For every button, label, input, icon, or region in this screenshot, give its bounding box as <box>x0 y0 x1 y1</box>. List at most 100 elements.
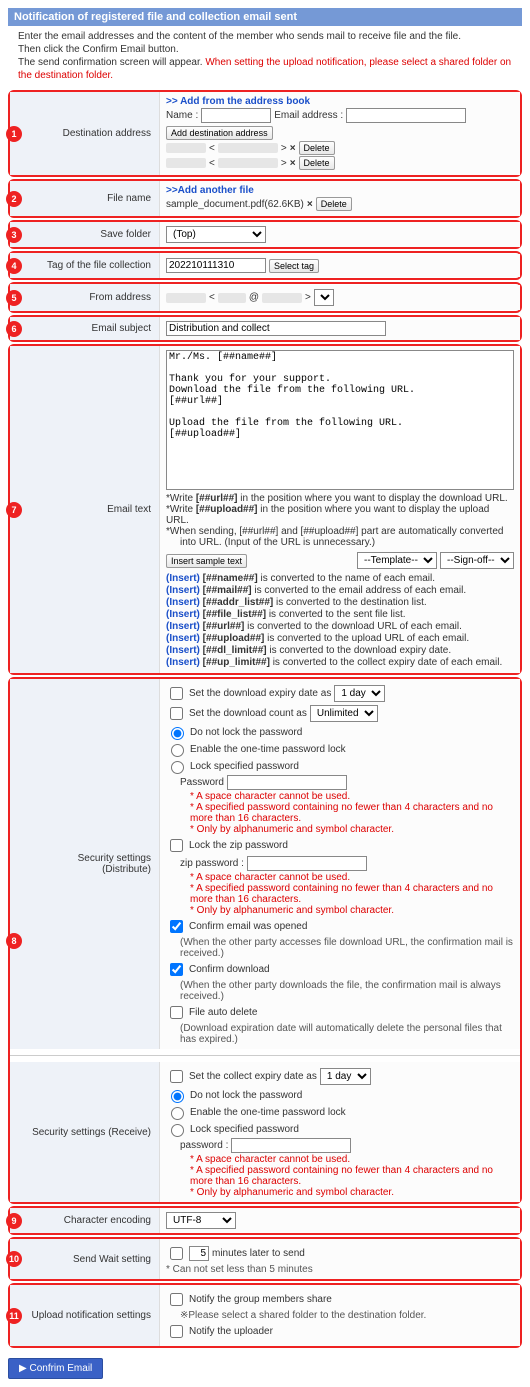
close-icon[interactable]: × <box>290 158 296 169</box>
send-wait-check[interactable] <box>170 1247 183 1260</box>
section-badge: 8 <box>6 933 22 949</box>
masked-email <box>218 143 278 153</box>
insert-prefix[interactable]: (Insert) <box>166 609 203 620</box>
confirm-dl-check[interactable] <box>170 963 183 976</box>
col-expiry-check[interactable] <box>170 1070 183 1083</box>
insert-desc: is converted to the destination list. <box>273 597 426 608</box>
dist-nolock-radio[interactable] <box>171 727 184 740</box>
pwd-rule: * A specified password containing no few… <box>166 802 514 824</box>
hint-auto2: into URL. (Input of the URL is unnecessa… <box>166 537 514 548</box>
masked-email <box>218 158 278 168</box>
dist-otp-radio[interactable] <box>171 744 184 757</box>
spec-label: Lock specified password <box>190 761 299 772</box>
dist-spec-radio[interactable] <box>171 761 184 774</box>
section-destination-address: 1 Destination address >> Add from the ad… <box>8 90 522 177</box>
encoding-select[interactable]: UTF-8 <box>166 1212 236 1229</box>
insert-token: [##up_limit##] <box>203 657 270 668</box>
email-body-textarea[interactable]: Mr./Ms. [##name##] Thank you for your su… <box>166 350 514 490</box>
section-badge: 5 <box>6 290 22 306</box>
confirm-email-button[interactable]: ▶ Confrim Email <box>8 1358 103 1379</box>
close-icon[interactable]: × <box>290 143 296 154</box>
section-email-text: 7 Email text Mr./Ms. [##name##] Thank yo… <box>8 344 522 675</box>
zip-password-input[interactable] <box>247 856 367 871</box>
hint-url: *Write [##url##] in the position where y… <box>166 493 514 504</box>
zip-lock-check[interactable] <box>170 839 183 852</box>
save-folder-select[interactable]: (Top) <box>166 226 266 243</box>
insert-token-line: (Insert) [##addr_list##] is converted to… <box>166 597 514 608</box>
insert-prefix[interactable]: (Insert) <box>166 573 203 584</box>
notify-group-check[interactable] <box>170 1293 183 1306</box>
zip-pwd-label: zip password : <box>180 858 244 869</box>
masked-name <box>166 143 206 153</box>
insert-sample-button[interactable]: Insert sample text <box>166 554 247 568</box>
auto-delete-check[interactable] <box>170 1006 183 1019</box>
dest-row-1: <> × Delete <box>166 141 514 155</box>
auto-del-label: File auto delete <box>189 1007 257 1018</box>
insert-prefix[interactable]: (Insert) <box>166 633 203 644</box>
name-input[interactable] <box>201 108 271 123</box>
notify-uploader-check[interactable] <box>170 1325 183 1338</box>
subject-input[interactable] <box>166 321 386 336</box>
recv-password-input[interactable] <box>231 1138 351 1153</box>
section-label: Character encoding <box>10 1208 160 1233</box>
recv-spec-radio[interactable] <box>171 1124 184 1137</box>
dist-password-input[interactable] <box>227 775 347 790</box>
insert-prefix[interactable]: (Insert) <box>166 585 203 596</box>
pwd-label: password : <box>180 1140 228 1151</box>
send-wait-min-input[interactable] <box>189 1246 209 1261</box>
insert-prefix[interactable]: (Insert) <box>166 657 203 668</box>
section-label: Upload notification settings <box>10 1285 160 1346</box>
from-address-select[interactable] <box>314 289 334 306</box>
insert-token: [##addr_list##] <box>203 597 274 608</box>
section-send-wait: 10 Send Wait setting minutes later to se… <box>8 1237 522 1281</box>
recv-otp-radio[interactable] <box>171 1107 184 1120</box>
dl-expiry-select[interactable]: 1 day <box>334 685 385 702</box>
insert-desc: is converted to the collect expiry date … <box>270 657 502 668</box>
intro-line1: Enter the email addresses and the conten… <box>18 30 512 43</box>
recv-nolock-radio[interactable] <box>171 1090 184 1103</box>
conf-open-note: (When the other party accesses file down… <box>166 937 514 959</box>
pwd-rule: * A specified password containing no few… <box>166 1165 514 1187</box>
add-another-file-link[interactable]: >>Add another file <box>166 185 514 196</box>
masked-from <box>262 293 302 303</box>
insert-desc: is converted to the download URL of each… <box>244 621 462 632</box>
email-input[interactable] <box>346 108 466 123</box>
section-badge: 7 <box>6 502 22 518</box>
insert-token-line: (Insert) [##mail##] is converted to the … <box>166 585 514 596</box>
col-expiry-select[interactable]: 1 day <box>320 1068 371 1085</box>
hint-upload: *Write [##upload##] in the position wher… <box>166 504 514 526</box>
tag-input[interactable] <box>166 258 266 273</box>
add-destination-button[interactable]: Add destination address <box>166 126 273 140</box>
delete-dest-button[interactable]: Delete <box>299 156 335 170</box>
page-title: Notification of registered file and coll… <box>8 8 522 26</box>
insert-desc: is converted to the upload URL of each e… <box>264 633 469 644</box>
dl-count-check[interactable] <box>170 707 183 720</box>
add-from-address-book-link[interactable]: >> Add from the address book <box>166 96 514 107</box>
insert-desc: is converted to the email address of eac… <box>252 585 467 596</box>
col-expiry-label: Set the collect expiry date as <box>189 1071 317 1082</box>
delete-dest-button[interactable]: Delete <box>299 141 335 155</box>
insert-token: [##name##] <box>203 573 258 584</box>
select-tag-button[interactable]: Select tag <box>269 259 319 273</box>
section-label: Tag of the file collection <box>10 253 160 278</box>
notify-group-note: ※Please select a shared folder to the de… <box>166 1310 514 1321</box>
section-badge: 3 <box>6 227 22 243</box>
confirm-open-check[interactable] <box>170 920 183 933</box>
pwd-rule: * A specified password containing no few… <box>166 883 514 905</box>
template-select[interactable]: --Template-- <box>357 552 437 569</box>
dl-expiry-check[interactable] <box>170 687 183 700</box>
lt: < <box>209 292 215 303</box>
close-icon[interactable]: × <box>307 199 313 210</box>
insert-token-line: (Insert) [##url##] is converted to the d… <box>166 621 514 632</box>
insert-prefix[interactable]: (Insert) <box>166 621 203 632</box>
section-security: 8 Security settings (Distribute) Set the… <box>8 677 522 1204</box>
dl-count-select[interactable]: Unlimited <box>310 705 378 722</box>
spec-label: Lock specified password <box>190 1124 299 1135</box>
signoff-select[interactable]: --Sign-off-- <box>440 552 514 569</box>
delete-file-button[interactable]: Delete <box>316 197 352 211</box>
insert-prefix[interactable]: (Insert) <box>166 597 203 608</box>
section-label: Email subject <box>10 317 160 340</box>
section-tag: 4 Tag of the file collection Select tag <box>8 251 522 280</box>
insert-token: [##file_list##] <box>203 609 266 620</box>
insert-prefix[interactable]: (Insert) <box>166 645 203 656</box>
